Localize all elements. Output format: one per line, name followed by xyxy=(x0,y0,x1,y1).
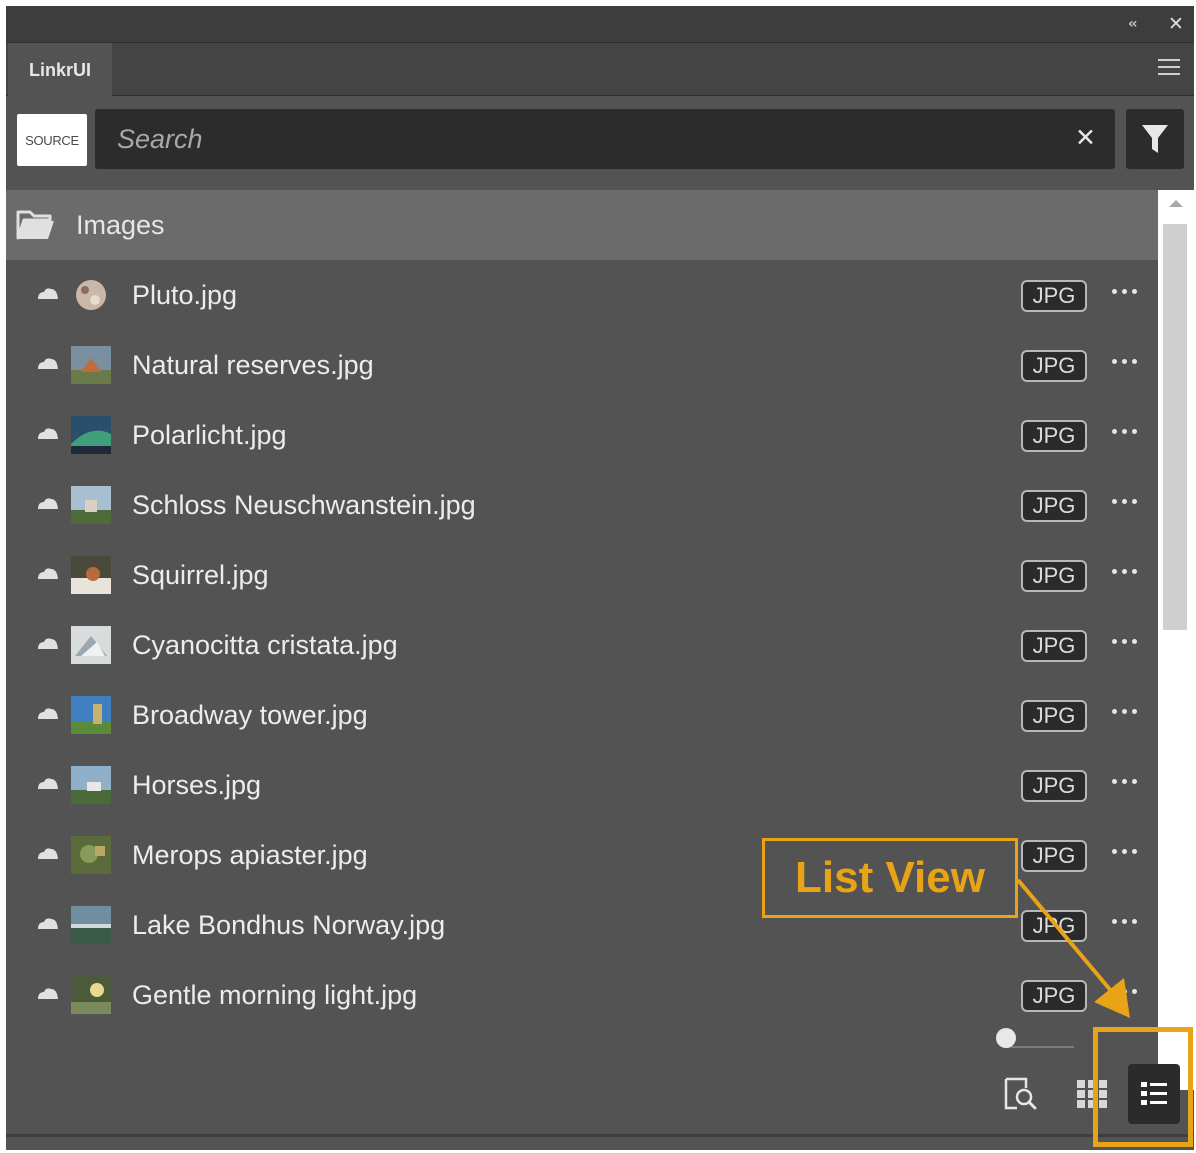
file-type-badge: JPG xyxy=(1021,630,1087,662)
image-thumbnail xyxy=(71,346,111,384)
cloud-icon xyxy=(38,848,58,859)
more-options-icon[interactable] xyxy=(1112,569,1140,577)
cloud-icon xyxy=(38,918,58,929)
file-type-badge: JPG xyxy=(1021,350,1087,382)
image-thumbnail xyxy=(76,280,106,310)
file-type-badge: JPG xyxy=(1021,910,1087,942)
file-row[interactable]: Horses.jpg JPG xyxy=(6,750,1158,820)
file-type-badge: JPG xyxy=(1021,770,1087,802)
folder-row-images[interactable]: Images xyxy=(6,190,1158,260)
more-options-icon[interactable] xyxy=(1112,289,1140,297)
file-name: Broadway tower.jpg xyxy=(132,700,368,730)
cloud-icon xyxy=(38,568,58,579)
file-name: Merops apiaster.jpg xyxy=(132,840,368,870)
image-thumbnail xyxy=(71,626,111,664)
file-type-badge: JPG xyxy=(1021,490,1087,522)
file-name: Lake Bondhus Norway.jpg xyxy=(132,910,446,940)
cloud-icon xyxy=(38,358,58,369)
list-view-button[interactable] xyxy=(1128,1064,1180,1124)
cloud-icon xyxy=(38,778,58,789)
image-thumbnail xyxy=(71,696,111,734)
file-row[interactable]: Polarlicht.jpg JPG xyxy=(6,400,1158,470)
grid-view-button[interactable] xyxy=(1074,1076,1110,1112)
more-options-icon[interactable] xyxy=(1112,779,1140,787)
file-name: Horses.jpg xyxy=(132,770,262,800)
scroll-up-arrow-icon[interactable] xyxy=(1169,200,1183,207)
file-name: Gentle morning light.jpg xyxy=(132,980,418,1010)
more-options-icon[interactable] xyxy=(1112,989,1140,997)
cloud-icon xyxy=(38,708,58,719)
file-type-badge: JPG xyxy=(1021,420,1087,452)
hamburger-menu-icon[interactable] xyxy=(1158,59,1180,79)
more-options-icon[interactable] xyxy=(1112,429,1140,437)
file-row[interactable]: Squirrel.jpg JPG xyxy=(6,540,1158,610)
file-name: Cyanocitta cristata.jpg xyxy=(132,630,398,660)
file-row[interactable]: Natural reserves.jpg JPG xyxy=(6,330,1158,400)
more-options-icon[interactable] xyxy=(1112,849,1140,857)
file-row[interactable]: Schloss Neuschwanstein.jpg JPG xyxy=(6,470,1158,540)
clear-search-icon[interactable]: ✕ xyxy=(1075,123,1096,152)
linkrui-panel: ‹‹ ✕ LinkrUI SOURCE ✕ Images Pluto.jpg JP… xyxy=(6,6,1194,1150)
image-thumbnail xyxy=(71,906,111,944)
vertical-scrollbar[interactable] xyxy=(1158,190,1194,1090)
panel-tab-bar: LinkrUI xyxy=(6,42,1194,97)
image-thumbnail xyxy=(71,976,111,1014)
folder-label: Images xyxy=(76,210,165,240)
grid-view-icon xyxy=(1077,1080,1107,1108)
search-box: ✕ xyxy=(95,109,1115,169)
image-thumbnail xyxy=(71,486,111,524)
cloud-icon xyxy=(38,638,58,649)
more-options-icon[interactable] xyxy=(1112,639,1140,647)
file-name: Squirrel.jpg xyxy=(132,560,269,590)
preview-search-icon xyxy=(1004,1077,1037,1110)
file-type-badge: JPG xyxy=(1021,980,1087,1012)
thumbnail-size-slider[interactable] xyxy=(996,1026,1086,1050)
file-type-badge: JPG xyxy=(1021,560,1087,592)
double-chevron-left-icon[interactable]: ‹‹ xyxy=(1128,16,1137,32)
panel-resize-edge[interactable] xyxy=(6,1134,1194,1137)
scrollbar-thumb[interactable] xyxy=(1163,224,1187,630)
file-name: Natural reserves.jpg xyxy=(132,350,374,380)
search-input[interactable] xyxy=(117,109,1047,169)
image-thumbnail xyxy=(71,766,111,804)
file-type-badge: JPG xyxy=(1021,700,1087,732)
folder-open-icon xyxy=(16,210,54,240)
panel-title-bar: ‹‹ ✕ xyxy=(6,6,1194,42)
file-name: Polarlicht.jpg xyxy=(132,420,287,450)
preview-button[interactable] xyxy=(1002,1076,1038,1112)
more-options-icon[interactable] xyxy=(1112,709,1140,717)
file-row[interactable]: Broadway tower.jpg JPG xyxy=(6,680,1158,750)
image-thumbnail xyxy=(71,556,111,594)
slider-knob[interactable] xyxy=(996,1028,1016,1048)
image-thumbnail xyxy=(71,836,111,874)
more-options-icon[interactable] xyxy=(1112,499,1140,507)
tab-linkrui[interactable]: LinkrUI xyxy=(8,43,112,97)
file-type-badge: JPG xyxy=(1021,840,1087,872)
file-row[interactable]: Cyanocitta cristata.jpg JPG xyxy=(6,610,1158,680)
file-type-badge: JPG xyxy=(1021,280,1087,312)
list-view-callout: List View xyxy=(762,838,1018,918)
filter-button[interactable] xyxy=(1126,109,1184,169)
file-name: Schloss Neuschwanstein.jpg xyxy=(132,490,476,520)
cloud-icon xyxy=(38,288,58,299)
more-options-icon[interactable] xyxy=(1112,359,1140,367)
list-view-icon xyxy=(1141,1082,1167,1105)
file-name: Pluto.jpg xyxy=(132,280,238,310)
cloud-icon xyxy=(38,988,58,999)
funnel-filter-icon xyxy=(1142,125,1168,153)
more-options-icon[interactable] xyxy=(1112,919,1140,927)
cloud-icon xyxy=(38,498,58,509)
close-icon[interactable]: ✕ xyxy=(1168,13,1184,35)
image-thumbnail xyxy=(71,416,111,454)
slider-track xyxy=(1006,1046,1074,1048)
cloud-icon xyxy=(38,428,58,439)
file-row[interactable]: Pluto.jpg JPG xyxy=(6,260,1158,330)
file-row[interactable]: Gentle morning light.jpg JPG xyxy=(6,960,1158,1030)
source-button[interactable]: SOURCE xyxy=(17,114,87,166)
